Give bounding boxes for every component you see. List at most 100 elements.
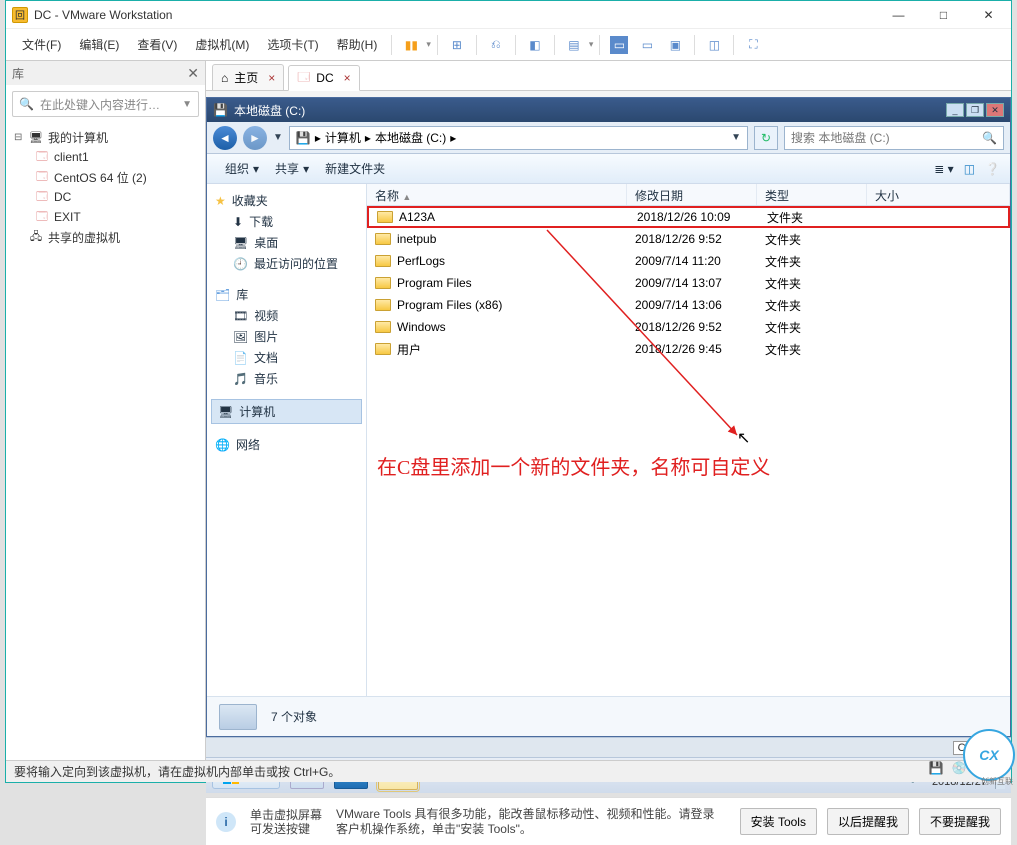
- document-icon: 📄: [233, 351, 248, 365]
- explorer-search[interactable]: 搜索 本地磁盘 (C:) 🔍: [784, 126, 1004, 150]
- music-icon: 🎵: [233, 372, 248, 386]
- col-type[interactable]: 类型: [757, 184, 867, 205]
- organize-button[interactable]: 组织 ▾: [217, 156, 267, 181]
- nav-libraries[interactable]: 🗂库: [211, 284, 362, 305]
- vm-icon: 🗔: [34, 170, 50, 184]
- info-icon: i: [216, 812, 236, 832]
- folder-icon: [375, 299, 391, 311]
- file-list: 名称 ▲ 修改日期 类型 大小 A123A 2018/12/26 10:09 文…: [367, 184, 1010, 696]
- file-row[interactable]: Program Files (x86) 2009/7/14 13:06 文件夹: [367, 294, 1010, 316]
- search-icon: 🔍: [19, 97, 34, 111]
- library-search[interactable]: 🔍 在此处键入内容进行… ▼: [12, 91, 199, 117]
- minimize-button[interactable]: —: [876, 1, 921, 29]
- unity-icon[interactable]: ◫: [705, 36, 723, 54]
- nav-network[interactable]: 🌐网络: [211, 434, 362, 455]
- explorer-title: 本地磁盘 (C:): [234, 102, 305, 119]
- address-input[interactable]: 💾 ▸ 计算机 ▸ 本地磁盘 (C:) ▸ ▼: [289, 126, 748, 150]
- download-icon: ⬇: [233, 215, 243, 229]
- tree-my-computer[interactable]: ⊟ 🖥 我的计算机: [10, 127, 201, 147]
- tree-item-client1[interactable]: 🗔 client1: [10, 147, 201, 167]
- device-disk-icon[interactable]: 💾: [929, 761, 944, 782]
- nav-fwd-button[interactable]: ►: [243, 126, 267, 150]
- install-tools-button[interactable]: 安装 Tools: [740, 808, 817, 835]
- tools-hint: 单击虚拟屏幕 可发送按键: [250, 808, 322, 836]
- close-button[interactable]: ✕: [966, 1, 1011, 29]
- file-row[interactable]: PerfLogs 2009/7/14 11:20 文件夹: [367, 250, 1010, 272]
- folder-icon: [375, 233, 391, 245]
- file-row[interactable]: 用户 2018/12/26 9:45 文件夹: [367, 338, 1010, 360]
- tab-close-icon[interactable]: ×: [344, 71, 351, 85]
- col-name[interactable]: 名称 ▲: [367, 184, 627, 205]
- remind-later-button[interactable]: 以后提醒我: [827, 808, 909, 835]
- file-row[interactable]: Program Files 2009/7/14 13:07 文件夹: [367, 272, 1010, 294]
- vmware-statusbar: 要将输入定向到该虚拟机，请在虚拟机内部单击或按 Ctrl+G。 💾 💿 🖧 ⑂: [6, 760, 1011, 782]
- tree-item-exit[interactable]: 🗔 EXIT: [10, 207, 201, 227]
- menu-view[interactable]: 查看(V): [129, 32, 185, 57]
- nav-favorites[interactable]: ★收藏夹: [211, 190, 362, 211]
- tab-close-icon[interactable]: ×: [268, 71, 275, 85]
- help-button[interactable]: ❔: [985, 162, 1000, 176]
- view1-icon[interactable]: ▭: [610, 36, 628, 54]
- file-row[interactable]: Windows 2018/12/26 9:52 文件夹: [367, 316, 1010, 338]
- menubar: 文件(F) 编辑(E) 查看(V) 虚拟机(M) 选项卡(T) 帮助(H) ▮▮…: [6, 29, 1011, 61]
- file-rows: A123A 2018/12/26 10:09 文件夹 inetpub 2018/…: [367, 206, 1010, 696]
- maximize-button[interactable]: □: [921, 1, 966, 29]
- tab-home[interactable]: ⌂ 主页 ×: [212, 64, 284, 90]
- preview-pane-button[interactable]: ◫: [964, 162, 975, 176]
- menu-vm[interactable]: 虚拟机(M): [187, 32, 257, 57]
- nav-back-button[interactable]: ◄: [213, 126, 237, 150]
- revert-icon[interactable]: ⎌: [487, 36, 505, 54]
- explorer-window: 💾 本地磁盘 (C:) _ ❐ ✕ ◄ ► ▼: [206, 97, 1011, 737]
- right-pane: ⌂ 主页 × 🗔 DC × 💾 本地磁盘 (C:): [206, 61, 1011, 782]
- nav-recent[interactable]: 🕘最近访问的位置: [211, 253, 362, 274]
- tree-item-centos[interactable]: 🗔 CentOS 64 位 (2): [10, 167, 201, 187]
- never-remind-button[interactable]: 不要提醒我: [919, 808, 1001, 835]
- fullscreen-icon[interactable]: ⛶: [744, 36, 762, 54]
- guest-screen[interactable]: 💾 本地磁盘 (C:) _ ❐ ✕ ◄ ► ▼: [206, 97, 1011, 782]
- nav-videos[interactable]: 🎞视频: [211, 305, 362, 326]
- tab-dc[interactable]: 🗔 DC ×: [288, 65, 359, 91]
- snapshot-icon[interactable]: ⊞: [448, 36, 466, 54]
- explorer-nav: ★收藏夹 ⬇下载 🖥桌面 🕘最近访问的位置 🗂库 🎞视频 🖼图片 📄文档: [207, 184, 367, 696]
- exp-close-button[interactable]: ✕: [986, 103, 1004, 117]
- exp-minimize-button[interactable]: _: [946, 103, 964, 117]
- thumbnail-icon[interactable]: ▤: [565, 36, 583, 54]
- menu-tabs[interactable]: 选项卡(T): [259, 32, 326, 57]
- menu-help[interactable]: 帮助(H): [329, 32, 386, 57]
- recent-icon: 🕘: [233, 257, 248, 271]
- tree-item-dc[interactable]: 🗔 DC: [10, 187, 201, 207]
- exp-maximize-button[interactable]: ❐: [966, 103, 984, 117]
- nav-music[interactable]: 🎵音乐: [211, 368, 362, 389]
- search-placeholder: 搜索 本地磁盘 (C:): [791, 129, 890, 146]
- view-mode-button[interactable]: ≣ ▾: [934, 162, 953, 176]
- nav-documents[interactable]: 📄文档: [211, 347, 362, 368]
- nav-downloads[interactable]: ⬇下载: [211, 211, 362, 232]
- file-row-a123a[interactable]: A123A 2018/12/26 10:09 文件夹: [367, 206, 1010, 228]
- explorer-titlebar[interactable]: 💾 本地磁盘 (C:) _ ❐ ✕: [207, 98, 1010, 122]
- nav-pictures[interactable]: 🖼图片: [211, 326, 362, 347]
- nav-desktop[interactable]: 🖥桌面: [211, 232, 362, 253]
- dropdown-icon[interactable]: ▼: [182, 99, 192, 110]
- view3-icon[interactable]: ▣: [666, 36, 684, 54]
- star-icon: ★: [215, 194, 226, 208]
- cx-brand-text: 创新互联: [981, 776, 1013, 787]
- library-close-icon[interactable]: ✕: [187, 65, 199, 82]
- folder-icon: [375, 277, 391, 289]
- refresh-button[interactable]: ↻: [754, 126, 778, 150]
- drive-icon: [219, 704, 257, 730]
- manage-icon[interactable]: ◧: [526, 36, 544, 54]
- col-size[interactable]: 大小: [867, 184, 1010, 205]
- file-row[interactable]: inetpub 2018/12/26 9:52 文件夹: [367, 228, 1010, 250]
- nav-computer[interactable]: 🖥计算机: [211, 399, 362, 424]
- guest-lang-bar: CH ≡ ?: [206, 737, 1011, 757]
- share-button[interactable]: 共享 ▾: [267, 156, 317, 181]
- collapse-icon[interactable]: ⊟: [14, 132, 24, 143]
- pause-icon[interactable]: ▮▮: [402, 36, 420, 54]
- tree-shared-vms[interactable]: 🖧 共享的虚拟机: [10, 227, 201, 247]
- menu-file[interactable]: 文件(F): [14, 32, 69, 57]
- col-date[interactable]: 修改日期: [627, 184, 757, 205]
- newfolder-button[interactable]: 新建文件夹: [317, 156, 393, 181]
- view2-icon[interactable]: ▭: [638, 36, 656, 54]
- explorer-toolbar: 组织 ▾ 共享 ▾ 新建文件夹 ≣ ▾ ◫ ❔: [207, 154, 1010, 184]
- menu-edit[interactable]: 编辑(E): [71, 32, 127, 57]
